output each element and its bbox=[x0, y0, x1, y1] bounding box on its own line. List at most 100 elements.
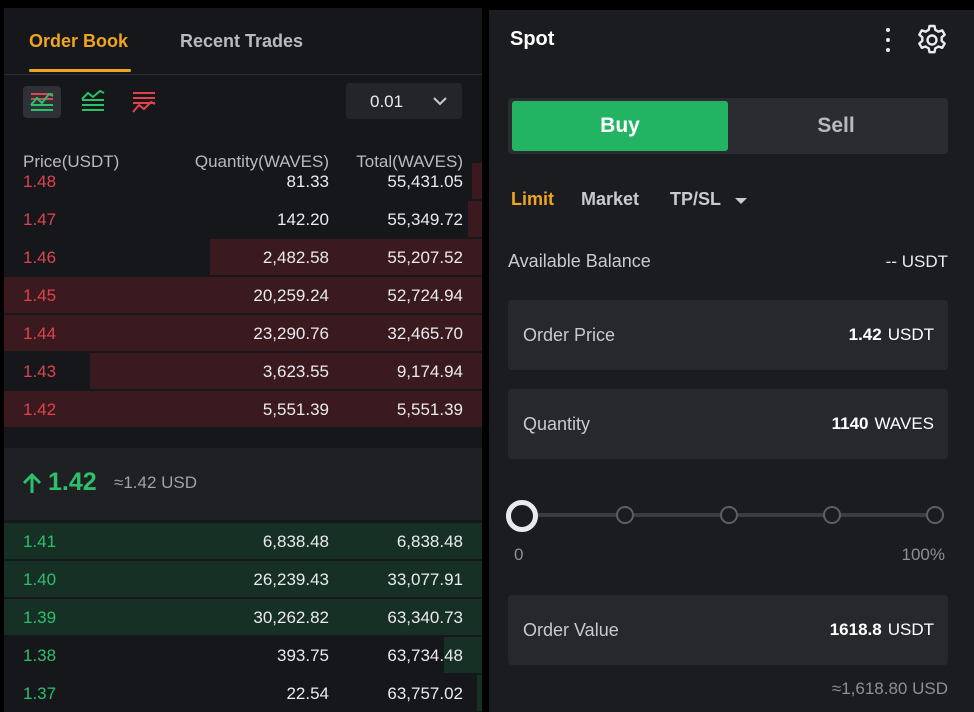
depth-bar bbox=[477, 675, 482, 711]
view-asks-only-button[interactable] bbox=[125, 86, 163, 118]
active-tab-underline bbox=[29, 69, 131, 72]
last-price-usd: ≈1.42 USD bbox=[114, 473, 198, 492]
bid-total: 63,340.73 bbox=[387, 608, 463, 627]
tab-order-book[interactable]: Order Book bbox=[29, 31, 128, 52]
slider-stop-75[interactable] bbox=[823, 506, 841, 524]
ask-qty: 23,290.76 bbox=[253, 324, 329, 343]
order-type-limit[interactable]: Limit bbox=[511, 189, 554, 210]
ask-qty: 81.33 bbox=[286, 172, 329, 191]
last-price-bar: 1.42 ≈1.42 USD bbox=[4, 448, 482, 520]
ask-total: 55,207.52 bbox=[387, 248, 463, 267]
order-value-field[interactable]: Order Value 1618.8 USDT bbox=[508, 595, 948, 665]
order-book-panel: Order Book Recent Trades 0.01 Price(USDT… bbox=[4, 8, 482, 712]
tab-recent-trades[interactable]: Recent Trades bbox=[180, 31, 303, 52]
ask-price: 1.47 bbox=[23, 210, 57, 229]
ask-qty: 3,623.55 bbox=[262, 362, 329, 381]
depth-bar bbox=[472, 163, 482, 199]
ask-qty: 142.20 bbox=[277, 210, 329, 229]
ask-qty: 2,482.58 bbox=[262, 248, 329, 267]
bid-row[interactable]: 1.39 30,262.82 63,340.73 bbox=[4, 598, 482, 636]
both-sides-icon bbox=[30, 92, 54, 111]
quantity-field[interactable]: Quantity 1140 WAVES bbox=[508, 389, 948, 459]
ask-qty: 20,259.24 bbox=[253, 286, 329, 305]
buy-button[interactable]: Buy bbox=[512, 101, 728, 151]
bid-row[interactable]: 1.40 26,239.43 33,077.91 bbox=[4, 560, 482, 598]
view-both-sides-button[interactable] bbox=[23, 86, 61, 118]
chevron-down-icon bbox=[433, 97, 447, 106]
bid-row[interactable]: 1.37 22.54 63,757.02 bbox=[4, 674, 482, 712]
view-bids-only-button[interactable] bbox=[74, 86, 112, 118]
ask-row[interactable]: 1.48 81.33 55,431.05 bbox=[4, 162, 482, 200]
quantity-percent-slider[interactable] bbox=[506, 500, 948, 532]
ask-total: 9,174.94 bbox=[396, 362, 463, 381]
precision-select[interactable]: 0.01 bbox=[346, 83, 462, 119]
ask-row[interactable]: 1.47 142.20 55,349.72 bbox=[4, 200, 482, 238]
bid-price: 1.37 bbox=[23, 684, 57, 703]
bid-qty: 22.54 bbox=[286, 684, 329, 703]
bid-qty: 393.75 bbox=[277, 646, 329, 665]
panel-title: Spot bbox=[510, 28, 555, 50]
bid-total: 33,077.91 bbox=[387, 570, 463, 589]
divider bbox=[4, 74, 482, 75]
slider-stop-50[interactable] bbox=[720, 506, 738, 524]
arrow-up-icon bbox=[22, 472, 42, 493]
order-type-tpsl[interactable]: TP/SL bbox=[670, 189, 721, 210]
ask-qty: 5,551.39 bbox=[262, 400, 329, 419]
ask-row[interactable]: 1.46 2,482.58 55,207.52 bbox=[4, 238, 482, 276]
order-value-value: 1618.8 USDT bbox=[829, 620, 934, 639]
ask-row[interactable]: 1.45 20,259.24 52,724.94 bbox=[4, 276, 482, 314]
bid-price: 1.39 bbox=[23, 608, 57, 627]
bid-qty: 6,838.48 bbox=[262, 532, 329, 551]
gear-icon[interactable] bbox=[915, 23, 949, 57]
bid-qty: 26,239.43 bbox=[253, 570, 329, 589]
bids-list: 1.41 6,838.48 6,838.48 1.40 26,239.43 33,077.… bbox=[4, 522, 482, 712]
bid-total: 63,734.48 bbox=[387, 646, 463, 665]
ask-total: 55,349.72 bbox=[387, 210, 463, 229]
bid-row[interactable]: 1.38 393.75 63,734.48 bbox=[4, 636, 482, 674]
ask-total: 5,551.39 bbox=[396, 400, 463, 419]
precision-value: 0.01 bbox=[370, 92, 404, 111]
bid-total: 6,838.48 bbox=[396, 532, 463, 551]
ask-price: 1.44 bbox=[23, 324, 57, 343]
bid-price: 1.41 bbox=[23, 532, 57, 551]
ask-total: 52,724.94 bbox=[387, 286, 463, 305]
order-value-label: Order Value bbox=[523, 620, 619, 640]
bid-qty: 30,262.82 bbox=[253, 608, 329, 627]
ask-price: 1.43 bbox=[23, 362, 57, 381]
last-price: 1.42 bbox=[48, 468, 97, 496]
order-price-value: 1.42 USDT bbox=[848, 325, 934, 344]
slider-thumb[interactable] bbox=[506, 500, 538, 532]
ask-price: 1.45 bbox=[23, 286, 57, 305]
more-options-icon[interactable] bbox=[883, 26, 893, 54]
slider-min-label: 0 bbox=[514, 545, 524, 564]
order-type-market[interactable]: Market bbox=[581, 189, 639, 210]
ask-price: 1.42 bbox=[23, 400, 57, 419]
slider-stop-100[interactable] bbox=[926, 506, 944, 524]
caret-down-icon[interactable] bbox=[734, 196, 748, 206]
bid-price: 1.40 bbox=[23, 570, 57, 589]
ask-row[interactable]: 1.44 23,290.76 32,465.70 bbox=[4, 314, 482, 352]
bid-row[interactable]: 1.41 6,838.48 6,838.48 bbox=[4, 522, 482, 560]
available-balance-value: -- USDT bbox=[885, 252, 948, 271]
trade-panel: Spot Buy Sell Limit Market TP/SL Availab… bbox=[489, 10, 974, 712]
ask-row[interactable]: 1.43 3,623.55 9,174.94 bbox=[4, 352, 482, 390]
order-price-field[interactable]: Order Price 1.42 USDT bbox=[508, 300, 948, 370]
bids-only-icon bbox=[81, 90, 105, 111]
buy-sell-toggle: Buy Sell bbox=[508, 98, 948, 154]
ask-total: 55,431.05 bbox=[387, 172, 463, 191]
slider-stop-25[interactable] bbox=[616, 506, 634, 524]
ask-row[interactable]: 1.42 5,551.39 5,551.39 bbox=[4, 390, 482, 428]
sell-button[interactable]: Sell bbox=[728, 101, 944, 151]
bid-price: 1.38 bbox=[23, 646, 57, 665]
asks-list: 1.48 81.33 55,431.05 1.47 142.20 55,349.72 1.4… bbox=[4, 162, 482, 428]
ask-price: 1.46 bbox=[23, 248, 57, 267]
bid-total: 63,757.02 bbox=[387, 684, 463, 703]
order-price-label: Order Price bbox=[523, 325, 616, 345]
depth-bar bbox=[467, 201, 482, 237]
ask-total: 32,465.70 bbox=[387, 324, 463, 343]
slider-max-label: 100% bbox=[901, 545, 945, 564]
quantity-label: Quantity bbox=[523, 414, 591, 434]
order-book-tabs: Order Book Recent Trades bbox=[4, 8, 482, 74]
available-balance-label: Available Balance bbox=[508, 251, 651, 271]
quantity-value: 1140 WAVES bbox=[831, 414, 934, 433]
